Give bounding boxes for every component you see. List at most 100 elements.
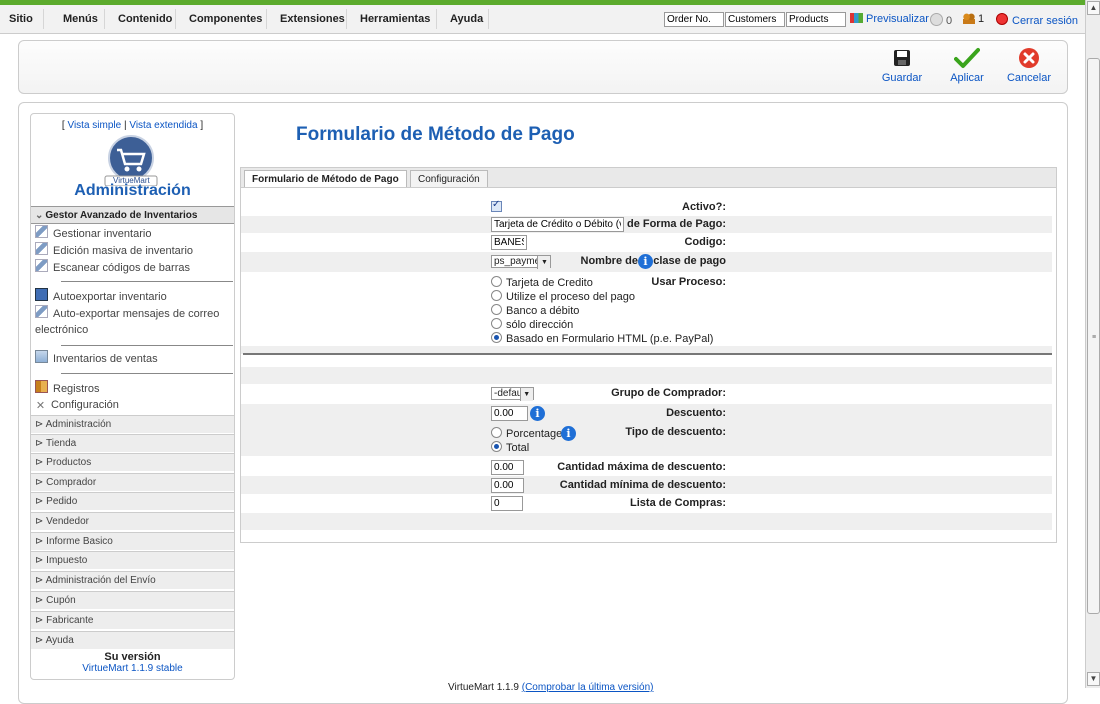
discount-input[interactable]	[491, 406, 528, 421]
sidebar-item-manage-inventory[interactable]: Gestionar inventario	[35, 225, 151, 243]
shopper-group-select[interactable]: -default- ▼	[491, 387, 534, 401]
apply-button[interactable]: Aplicar	[937, 47, 997, 84]
radio-button-selected[interactable]	[491, 332, 502, 343]
cancel-label: Cancelar	[1006, 72, 1052, 84]
process-option-html-form[interactable]: Basado en Formulario HTML (p.e. PayPal)	[491, 332, 713, 346]
sidebar-item-label: Inventarios de ventas	[53, 353, 158, 365]
chevron-right-icon: ⊳	[35, 457, 47, 468]
chevron-right-icon: ⊳	[35, 496, 47, 507]
collapsed-section-ayuda[interactable]: ⊳ Ayuda	[31, 631, 234, 649]
discount-type-percentage[interactable]: Porcentage	[491, 427, 562, 441]
collapsed-section-informe[interactable]: ⊳ Informe Basico	[31, 532, 234, 550]
sidebar-item-autoexport-email[interactable]: Auto-exportar mensajes de correo	[35, 305, 219, 323]
section-header-inventory[interactable]: ⌄ Gestor Avanzado de Inventarios	[31, 206, 234, 224]
tab-configuration[interactable]: Configuración	[410, 170, 488, 188]
payment-name-input[interactable]	[491, 217, 624, 232]
sidebar-item-autoexport[interactable]: Autoexportar inventario	[35, 288, 167, 306]
messages-icon	[930, 13, 943, 26]
scroll-thumb[interactable]: ≡	[1087, 58, 1100, 614]
collapsed-section-administracion[interactable]: ⊳ Administración	[31, 415, 234, 433]
radio-button-selected[interactable]	[491, 441, 502, 452]
info-icon[interactable]: i	[638, 254, 653, 269]
max-discount-input[interactable]	[491, 460, 524, 475]
order-no-input[interactable]	[664, 12, 724, 27]
sidebar-item-autoexport-email-cont[interactable]: electrónico	[35, 322, 88, 339]
products-input[interactable]	[786, 12, 846, 27]
logs-icon	[35, 380, 48, 393]
users-count[interactable]: 1	[963, 13, 984, 25]
sidebar-item-sales-inventory[interactable]: Inventarios de ventas	[35, 350, 158, 368]
process-option-credit-card[interactable]: Tarjeta de Credito	[491, 276, 713, 290]
menu-separator	[266, 9, 267, 29]
sidebar-item-label: Configuración	[51, 399, 119, 411]
collapsed-section-label: Administración	[45, 419, 112, 430]
virtuemart-sidebar: [ Vista simple | Vista extendida ] Virtu…	[30, 113, 235, 680]
view-switcher: [ Vista simple | Vista extendida ]	[61, 120, 204, 131]
menu-herramientas[interactable]: Herramientas	[360, 13, 430, 25]
radio-button[interactable]	[491, 427, 502, 438]
preview-link[interactable]: Previsualizar	[850, 13, 929, 25]
process-option-bank-debit[interactable]: Banco a débito	[491, 304, 713, 318]
process-option-label: Basado en Formulario HTML (p.e. PayPal)	[506, 333, 714, 345]
collapsed-section-envio[interactable]: ⊳ Administración del Envío	[31, 571, 234, 589]
chevron-down-icon: ⌄	[35, 210, 44, 221]
radio-button[interactable]	[491, 304, 502, 315]
info-icon[interactable]: i	[561, 426, 576, 441]
menu-menus[interactable]: Menús	[63, 13, 98, 25]
scroll-up-button[interactable]: ▲	[1087, 1, 1100, 15]
sidebar-item-logs[interactable]: Registros	[35, 380, 99, 398]
collapsed-section-label: Productos	[46, 457, 92, 468]
menu-separator	[346, 9, 347, 29]
collapsed-section-tienda[interactable]: ⊳ Tienda	[31, 434, 234, 452]
collapsed-section-cupon[interactable]: ⊳ Cupón	[31, 591, 234, 609]
save-button[interactable]: Guardar	[872, 47, 932, 84]
preview-icon	[850, 13, 863, 23]
sidebar-item-label: Edición masiva de inventario	[53, 245, 194, 257]
logout-link[interactable]: Cerrar sesión	[996, 13, 1078, 27]
menu-contenido[interactable]: Contenido	[118, 13, 172, 25]
collapsed-section-pedido[interactable]: ⊳ Pedido	[31, 492, 234, 510]
process-option-payment-process[interactable]: Utilize el proceso del pago	[491, 290, 713, 304]
view-simple-link[interactable]: Vista simple	[67, 120, 121, 131]
code-input[interactable]	[491, 235, 527, 250]
sidebar-item-bulk-edit[interactable]: Edición masiva de inventario	[35, 242, 193, 260]
menu-componentes[interactable]: Componentes	[189, 13, 262, 25]
collapsed-section-label: Ayuda	[45, 635, 74, 646]
menu-sitio[interactable]: Sitio	[9, 13, 33, 25]
process-option-address-only[interactable]: sólo dirección	[491, 318, 713, 332]
sidebar-item-scan-barcodes[interactable]: Escanear códigos de barras	[35, 259, 190, 277]
radio-button[interactable]	[491, 318, 502, 329]
tabs-bar: Formulario de Método de Pago Configuraci…	[240, 167, 1057, 188]
customers-input[interactable]	[725, 12, 785, 27]
sidebar-item-configuration[interactable]: ✕ Configuración	[35, 397, 119, 414]
collapsed-section-productos[interactable]: ⊳ Productos	[31, 453, 234, 471]
process-option-label: sólo dirección	[506, 319, 574, 331]
collapsed-section-impuesto[interactable]: ⊳ Impuesto	[31, 551, 234, 569]
logout-label: Cerrar sesión	[1012, 15, 1079, 27]
payment-class-select[interactable]: ps_payment ▼	[491, 255, 552, 269]
collapsed-section-comprador[interactable]: ⊳ Comprador	[31, 473, 234, 491]
cancel-button[interactable]: Cancelar	[999, 47, 1059, 84]
menu-ayuda[interactable]: Ayuda	[450, 13, 483, 25]
messages-count[interactable]: 0	[930, 13, 952, 27]
radio-button[interactable]	[491, 276, 502, 287]
vertical-scrollbar[interactable]: ▲ ≡ ▼	[1085, 0, 1100, 688]
discount-type-total[interactable]: Total	[491, 441, 562, 455]
radio-button[interactable]	[491, 290, 502, 301]
payment-method-form: Activo?: Nombre de Forma de Pago: Codigo…	[240, 187, 1057, 543]
pencil-icon	[35, 259, 48, 272]
view-extended-link[interactable]: Vista extendida	[129, 120, 197, 131]
menu-extensiones[interactable]: Extensiones	[280, 13, 345, 25]
info-icon[interactable]: i	[530, 406, 545, 421]
discount-type-radio-group: Porcentage Total	[491, 427, 562, 455]
min-discount-input[interactable]	[491, 478, 524, 493]
tab-payment-form[interactable]: Formulario de Método de Pago	[244, 170, 407, 188]
collapsed-section-vendedor[interactable]: ⊳ Vendedor	[31, 512, 234, 530]
list-order-input[interactable]	[491, 496, 523, 511]
collapsed-section-fabricante[interactable]: ⊳ Fabricante	[31, 611, 234, 629]
active-checkbox[interactable]	[491, 199, 502, 212]
form-row-name: Nombre de Forma de Pago:	[241, 216, 1052, 233]
form-row-min-discount: Cantidad mínima de descuento:	[241, 476, 1052, 494]
scroll-down-button[interactable]: ▼	[1087, 672, 1100, 686]
users-icon	[963, 13, 975, 24]
